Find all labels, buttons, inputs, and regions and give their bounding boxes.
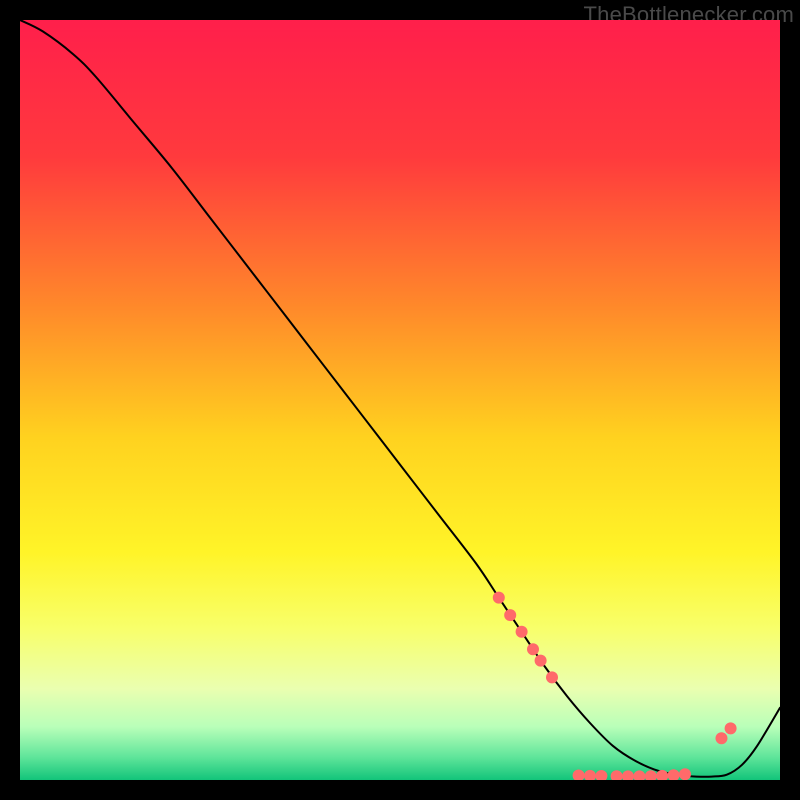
marker-dot — [504, 609, 516, 621]
marker-dot — [546, 671, 558, 683]
marker-dot — [527, 643, 539, 655]
chart-stage: TheBottlenecker.com — [0, 0, 800, 800]
marker-dot — [516, 626, 528, 638]
marker-dot — [725, 722, 737, 734]
chart-svg — [20, 20, 780, 780]
marker-dot — [679, 768, 691, 780]
marker-dot — [535, 655, 547, 667]
gradient-background — [20, 20, 780, 780]
marker-dot — [715, 732, 727, 744]
marker-dot — [493, 592, 505, 604]
plot-area — [20, 20, 780, 780]
